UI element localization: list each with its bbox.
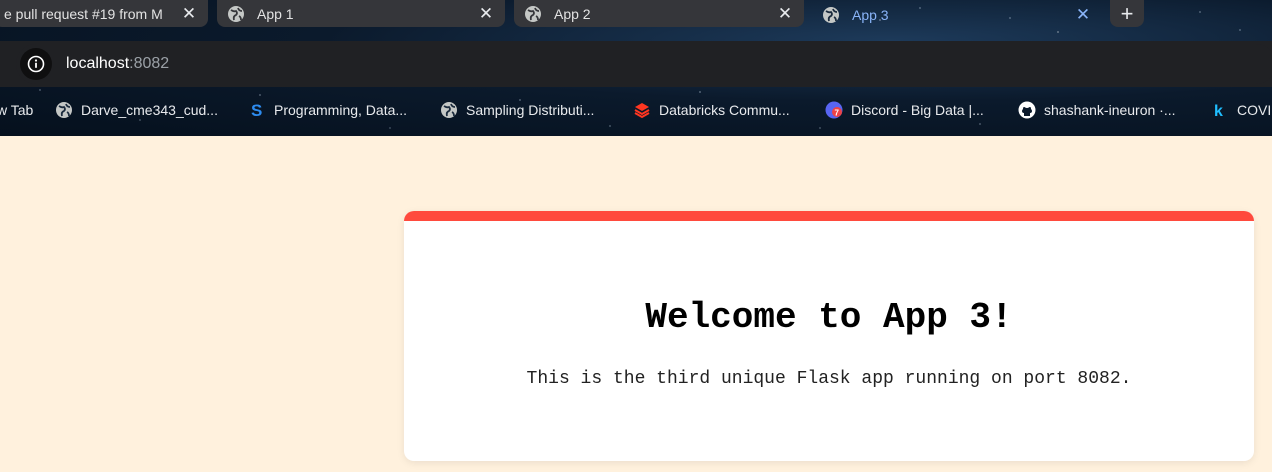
new-tab-button[interactable]: + xyxy=(1110,0,1144,27)
globe-icon xyxy=(524,5,542,23)
welcome-card: Welcome to App 3! This is the third uniq… xyxy=(404,211,1254,461)
svg-text:S: S xyxy=(251,101,262,119)
bookmark-new-tab[interactable]: w Tab xyxy=(0,88,33,132)
bookmark-label: Sampling Distributi... xyxy=(466,102,595,118)
close-icon[interactable]: ✕ xyxy=(180,4,198,24)
bookmarks-bar: w Tab Darve_cme343_cud... S Programming,… xyxy=(0,88,1272,132)
bookmark-label: COVID xyxy=(1237,102,1272,118)
page-description: This is the third unique Flask app runni… xyxy=(526,369,1132,389)
s-logo-icon: S xyxy=(248,101,266,119)
globe-icon xyxy=(55,101,73,119)
bookmark-label: Programming, Data... xyxy=(274,102,408,118)
tab-title: App 2 xyxy=(554,5,591,22)
page-title: Welcome to App 3! xyxy=(645,297,1013,338)
tab-app-2[interactable]: App 2 ✕ xyxy=(514,0,804,27)
globe-icon xyxy=(227,5,245,23)
svg-text:7: 7 xyxy=(835,109,840,118)
k-logo-icon: k xyxy=(1211,101,1229,119)
address-row: localhost :8082 xyxy=(0,41,1272,87)
bookmark-github[interactable]: shashank-ineuron ·... xyxy=(1018,88,1176,132)
address-bar[interactable]: localhost :8082 xyxy=(16,44,1272,84)
discord-icon: 7 xyxy=(825,101,843,119)
info-icon[interactable] xyxy=(20,48,52,80)
bookmark-label: shashank-ineuron ·... xyxy=(1044,102,1176,118)
close-icon[interactable]: ✕ xyxy=(1074,5,1092,25)
bookmark-label: w Tab xyxy=(0,102,34,118)
tab-app-1[interactable]: App 1 ✕ xyxy=(217,0,505,27)
bookmark-sampling[interactable]: Sampling Distributi... xyxy=(440,88,594,132)
url-port: :8082 xyxy=(129,55,170,72)
close-icon[interactable]: ✕ xyxy=(477,4,495,24)
bookmark-covid[interactable]: k COVID xyxy=(1211,88,1272,132)
card-accent-bar xyxy=(404,211,1254,221)
tab-title: App 3 xyxy=(852,7,889,23)
bookmark-darve[interactable]: Darve_cme343_cud... xyxy=(55,88,218,132)
bookmark-label: Darve_cme343_cud... xyxy=(81,102,218,118)
browser-chrome: e pull request #19 from M ✕ App 1 ✕ App … xyxy=(0,0,1272,136)
databricks-icon xyxy=(633,101,651,119)
bookmark-label: Discord - Big Data |... xyxy=(851,102,984,118)
globe-icon xyxy=(822,6,840,24)
bookmark-programming[interactable]: S Programming, Data... xyxy=(248,88,407,132)
tab-title: e pull request #19 from M xyxy=(4,5,163,22)
tab-app-3[interactable]: App 3 ✕ xyxy=(812,0,1102,30)
url-host: localhost xyxy=(66,55,130,72)
tab-title: App 1 xyxy=(257,5,294,22)
bookmark-discord[interactable]: 7 Discord - Big Data |... xyxy=(825,88,984,132)
bookmark-databricks[interactable]: Databricks Commu... xyxy=(633,88,790,132)
close-icon[interactable]: ✕ xyxy=(776,4,794,24)
svg-text:k: k xyxy=(1214,103,1223,119)
github-icon xyxy=(1018,101,1036,119)
tab-pull-request[interactable]: e pull request #19 from M ✕ xyxy=(0,0,208,27)
globe-icon xyxy=(440,101,458,119)
bookmark-label: Databricks Commu... xyxy=(659,102,790,118)
